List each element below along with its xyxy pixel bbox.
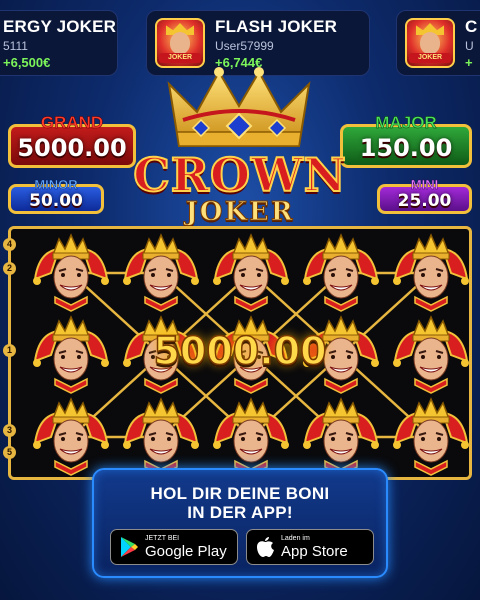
jackpot-label: GRAND [40, 113, 104, 133]
reel-symbol-joker [389, 397, 469, 477]
logo-line-crown: CROWN [132, 148, 347, 202]
jackpot-value: 50.00 [29, 191, 83, 211]
jackpot-label: MINOR [34, 177, 78, 192]
store-name: Google Play [145, 542, 227, 560]
store-small-text: JETZT BEI [145, 534, 180, 542]
ticker-amount: + [465, 54, 473, 70]
reel-symbol-joker [299, 397, 383, 477]
ticker-amount: +6,500€ [3, 54, 51, 70]
ticker-card[interactable]: ERGY JOKER 5111 +6,500€ [0, 10, 118, 76]
game-logo: CROWN JOKER [130, 148, 350, 228]
apple-icon [257, 537, 274, 557]
ticker-card[interactable]: JOKER C U + [396, 10, 480, 76]
jackpot-mini: MINI 25.00 [377, 177, 472, 214]
jackpot-value: 5000.00 [17, 134, 127, 162]
reel-symbol-joker [299, 233, 383, 313]
ticker-game-name: ERGY JOKER [3, 16, 117, 36]
store-name: App Store [281, 542, 348, 560]
reel-symbol-joker [29, 315, 113, 395]
reel-symbol-joker [389, 233, 469, 313]
ticker-user: 5111 [3, 38, 28, 53]
reel-symbol-joker [29, 397, 113, 477]
ticker-game-name: C [465, 16, 478, 36]
payline-number: 1 [3, 344, 16, 357]
logo-line-joker: JOKER [185, 197, 295, 227]
reel-symbol-joker [119, 397, 203, 477]
jackpot-minor: MINOR 50.00 [8, 177, 104, 214]
payline-number: 3 [3, 424, 16, 437]
jackpot-label: MINI [410, 177, 439, 192]
reel-symbol-joker [119, 233, 203, 313]
reel-symbol-joker [389, 315, 469, 395]
payline-number: 5 [3, 446, 16, 459]
game-thumbnail: JOKER [155, 18, 205, 68]
promo-title: HOL DIR DEINE BONI IN DER APP! [150, 484, 330, 522]
payline-number: 2 [3, 262, 16, 275]
ticker-user: User57999 [215, 38, 274, 53]
thumbnail-label: JOKER [409, 53, 451, 63]
game-thumbnail: JOKER [405, 18, 455, 68]
app-promo-banner[interactable]: HOL DIR DEINE BONI IN DER APP! JETZT BEI… [92, 468, 388, 578]
payline-number: 4 [3, 238, 16, 251]
store-small-text: Laden im [281, 534, 310, 542]
jackpot-value: 25.00 [397, 191, 452, 211]
google-play-button[interactable]: JETZT BEI Google Play [110, 529, 238, 565]
jackpot-grand: GRAND 5000.00 [8, 113, 136, 168]
crown-icon [167, 67, 311, 147]
app-store-button[interactable]: Laden im App Store [246, 529, 374, 565]
jackpot-value: 150.00 [359, 134, 453, 162]
reel-symbol-joker [29, 233, 113, 313]
ticker-user: U [465, 38, 474, 53]
reel-symbol-joker [209, 233, 293, 313]
jackpot-major: MAJOR 150.00 [340, 113, 472, 168]
win-amount: 5000.00 [153, 328, 328, 374]
reel-symbol-joker [209, 397, 293, 477]
ticker-game-name: FLASH JOKER [215, 16, 338, 36]
jackpot-label: MAJOR [375, 113, 437, 133]
reel-grid[interactable]: 5000.00 [8, 226, 472, 480]
google-play-icon [121, 537, 138, 557]
